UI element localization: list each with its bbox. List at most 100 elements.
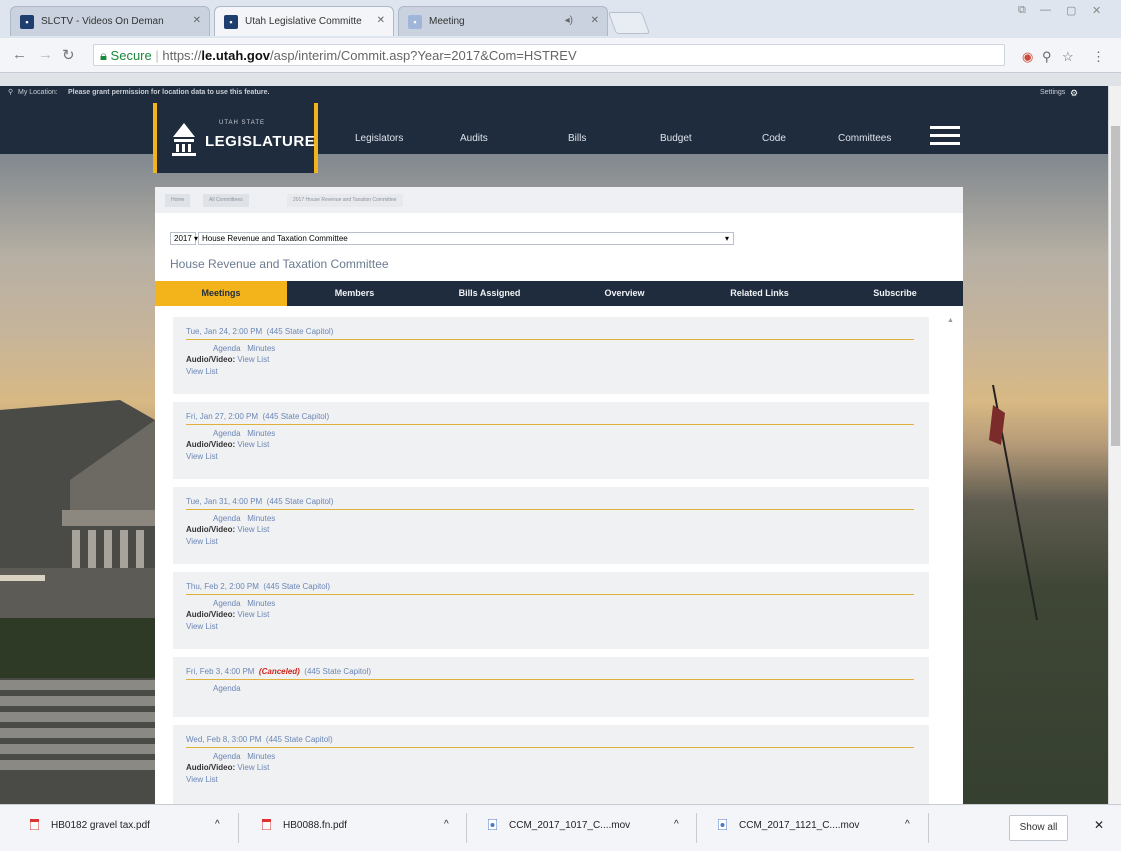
- tab-overview[interactable]: Overview: [557, 281, 692, 306]
- meeting-date[interactable]: Thu, Feb 2, 2:00 PM: [186, 582, 259, 591]
- agenda-link[interactable]: Agenda: [213, 429, 241, 438]
- year-select[interactable]: 2017 ▾: [170, 232, 198, 245]
- meeting-divider: [186, 339, 914, 340]
- tab-related-links[interactable]: Related Links: [692, 281, 827, 306]
- nav-bills[interactable]: Bills: [568, 133, 586, 144]
- meeting-date[interactable]: Tue, Jan 24, 2:00 PM: [186, 327, 262, 336]
- view-list-link[interactable]: View List: [186, 367, 218, 376]
- minutes-link[interactable]: Minutes: [247, 599, 275, 608]
- download-separator: [466, 813, 467, 843]
- browser-tab-legislative[interactable]: ▪ Utah Legislative Committe ✕: [214, 6, 394, 36]
- extension-icon[interactable]: ◉: [1022, 49, 1033, 65]
- browser-tab-meeting[interactable]: ▪ Meeting ◂) ✕: [398, 6, 608, 36]
- audio-video-link[interactable]: View List: [237, 355, 269, 364]
- agenda-link[interactable]: Agenda: [213, 514, 241, 523]
- close-download-bar-icon[interactable]: ✕: [1094, 818, 1104, 832]
- meetings-scrollbar[interactable]: ▲: [945, 317, 957, 804]
- meeting-location[interactable]: (445 State Capitol): [267, 327, 334, 336]
- maximize-icon[interactable]: ▢: [1066, 4, 1076, 17]
- scrollbar-thumb[interactable]: [1111, 126, 1120, 446]
- meeting-location[interactable]: (445 State Capitol): [266, 735, 333, 744]
- reload-icon[interactable]: ↻: [62, 46, 75, 64]
- scroll-up-icon[interactable]: ▲: [947, 317, 954, 324]
- user-icon[interactable]: ⧉: [1018, 4, 1026, 17]
- tab-bills-assigned[interactable]: Bills Assigned: [422, 281, 557, 306]
- minutes-link[interactable]: Minutes: [247, 514, 275, 523]
- download-item[interactable]: HB0182 gravel tax.pdf: [30, 819, 150, 831]
- url-input[interactable]: 🔒︎ Secure | https://le.utah.gov/asp/inte…: [93, 44, 1005, 66]
- chevron-up-icon[interactable]: ^: [215, 819, 220, 830]
- committee-select[interactable]: House Revenue and Taxation Committee ▾: [198, 232, 734, 245]
- agenda-link[interactable]: Agenda: [213, 344, 241, 353]
- logo-small-text: UTAH STATE: [219, 120, 265, 126]
- settings-gear-icon[interactable]: ⚙: [1070, 86, 1078, 100]
- agenda-link[interactable]: Agenda: [213, 599, 241, 608]
- menu-dots-icon[interactable]: ⋮: [1092, 49, 1105, 65]
- bookmark-star-icon[interactable]: ☆: [1062, 49, 1074, 65]
- download-item[interactable]: CCM_2017_1017_C....mov: [488, 819, 630, 831]
- meeting-location[interactable]: (445 State Capitol): [304, 667, 371, 676]
- agenda-link[interactable]: Agenda: [213, 684, 241, 693]
- chevron-up-icon[interactable]: ^: [444, 819, 449, 830]
- tab-title: Utah Legislative Committe: [245, 16, 362, 27]
- tab-subscribe[interactable]: Subscribe: [827, 281, 963, 306]
- agenda-link[interactable]: Agenda: [213, 752, 241, 761]
- location-prefix: My Location:: [18, 89, 58, 96]
- meeting-divider: [186, 679, 914, 680]
- meeting-date[interactable]: Tue, Jan 31, 4:00 PM: [186, 497, 262, 506]
- new-tab-button[interactable]: [607, 12, 651, 34]
- nav-code[interactable]: Code: [762, 133, 786, 144]
- nav-budget[interactable]: Budget: [660, 133, 692, 144]
- meeting-divider: [186, 747, 914, 748]
- nav-committees[interactable]: Committees: [838, 133, 891, 144]
- site-logo[interactable]: UTAH STATE LEGISLATURE: [153, 103, 318, 173]
- slctv-favicon-icon: ▪: [20, 15, 34, 29]
- close-tab-icon[interactable]: ✕: [193, 15, 201, 26]
- meeting-item: Tue, Jan 24, 2:00 PM (445 State Capitol)…: [173, 317, 929, 394]
- minutes-link[interactable]: Minutes: [247, 429, 275, 438]
- download-item[interactable]: CCM_2017_1121_C....mov: [718, 819, 859, 831]
- meeting-location[interactable]: (445 State Capitol): [263, 582, 330, 591]
- download-separator: [696, 813, 697, 843]
- view-list-link[interactable]: View List: [186, 452, 218, 461]
- download-name: CCM_2017_1017_C....mov: [509, 820, 631, 831]
- meeting-date[interactable]: Fri, Jan 27, 2:00 PM: [186, 412, 258, 421]
- breadcrumb-home[interactable]: Home: [165, 194, 191, 207]
- settings-link[interactable]: Settings: [1040, 86, 1065, 100]
- show-all-button[interactable]: Show all: [1009, 815, 1068, 841]
- zoom-icon[interactable]: ⚲: [1042, 49, 1052, 65]
- page-scrollbar[interactable]: [1108, 86, 1121, 804]
- audio-video-link[interactable]: View List: [237, 610, 269, 619]
- view-list-link[interactable]: View List: [186, 537, 218, 546]
- nav-legislators[interactable]: Legislators: [355, 133, 403, 144]
- audio-video-row: Audio/Video: View List: [186, 763, 269, 772]
- meeting-location[interactable]: (445 State Capitol): [267, 497, 334, 506]
- meeting-date[interactable]: Wed, Feb 8, 3:00 PM: [186, 735, 261, 744]
- minutes-link[interactable]: Minutes: [247, 344, 275, 353]
- audio-video-link[interactable]: View List: [237, 763, 269, 772]
- meeting-location[interactable]: (445 State Capitol): [262, 412, 329, 421]
- meeting-docs: Agenda Minutes: [213, 514, 275, 523]
- minimize-icon[interactable]: —: [1040, 4, 1051, 16]
- tab-meetings[interactable]: Meetings: [155, 281, 287, 306]
- audio-video-link[interactable]: View List: [237, 525, 269, 534]
- close-tab-icon[interactable]: ✕: [591, 15, 599, 26]
- view-list-link[interactable]: View List: [186, 622, 218, 631]
- hamburger-menu-icon[interactable]: [930, 126, 960, 150]
- breadcrumb-all-committees[interactable]: All Committees: [203, 194, 249, 207]
- nav-audits[interactable]: Audits: [460, 133, 488, 144]
- view-list-link[interactable]: View List: [186, 775, 218, 784]
- meeting-date[interactable]: Fri, Feb 3, 4:00 PM: [186, 667, 254, 676]
- download-item[interactable]: HB0088.fn.pdf: [262, 819, 347, 831]
- browser-tab-strip: ▪ SLCTV - Videos On Deman ✕ ▪ Utah Legis…: [0, 0, 1121, 38]
- back-arrow-icon[interactable]: ←: [12, 46, 27, 63]
- chevron-up-icon[interactable]: ^: [674, 819, 679, 830]
- forward-arrow-icon[interactable]: →: [38, 46, 53, 63]
- chevron-up-icon[interactable]: ^: [905, 819, 910, 830]
- audio-video-link[interactable]: View List: [237, 440, 269, 449]
- tab-members[interactable]: Members: [287, 281, 422, 306]
- close-tab-icon[interactable]: ✕: [377, 15, 385, 26]
- browser-tab-slctv[interactable]: ▪ SLCTV - Videos On Deman ✕: [10, 6, 210, 36]
- close-window-icon[interactable]: ✕: [1092, 4, 1101, 17]
- minutes-link[interactable]: Minutes: [247, 752, 275, 761]
